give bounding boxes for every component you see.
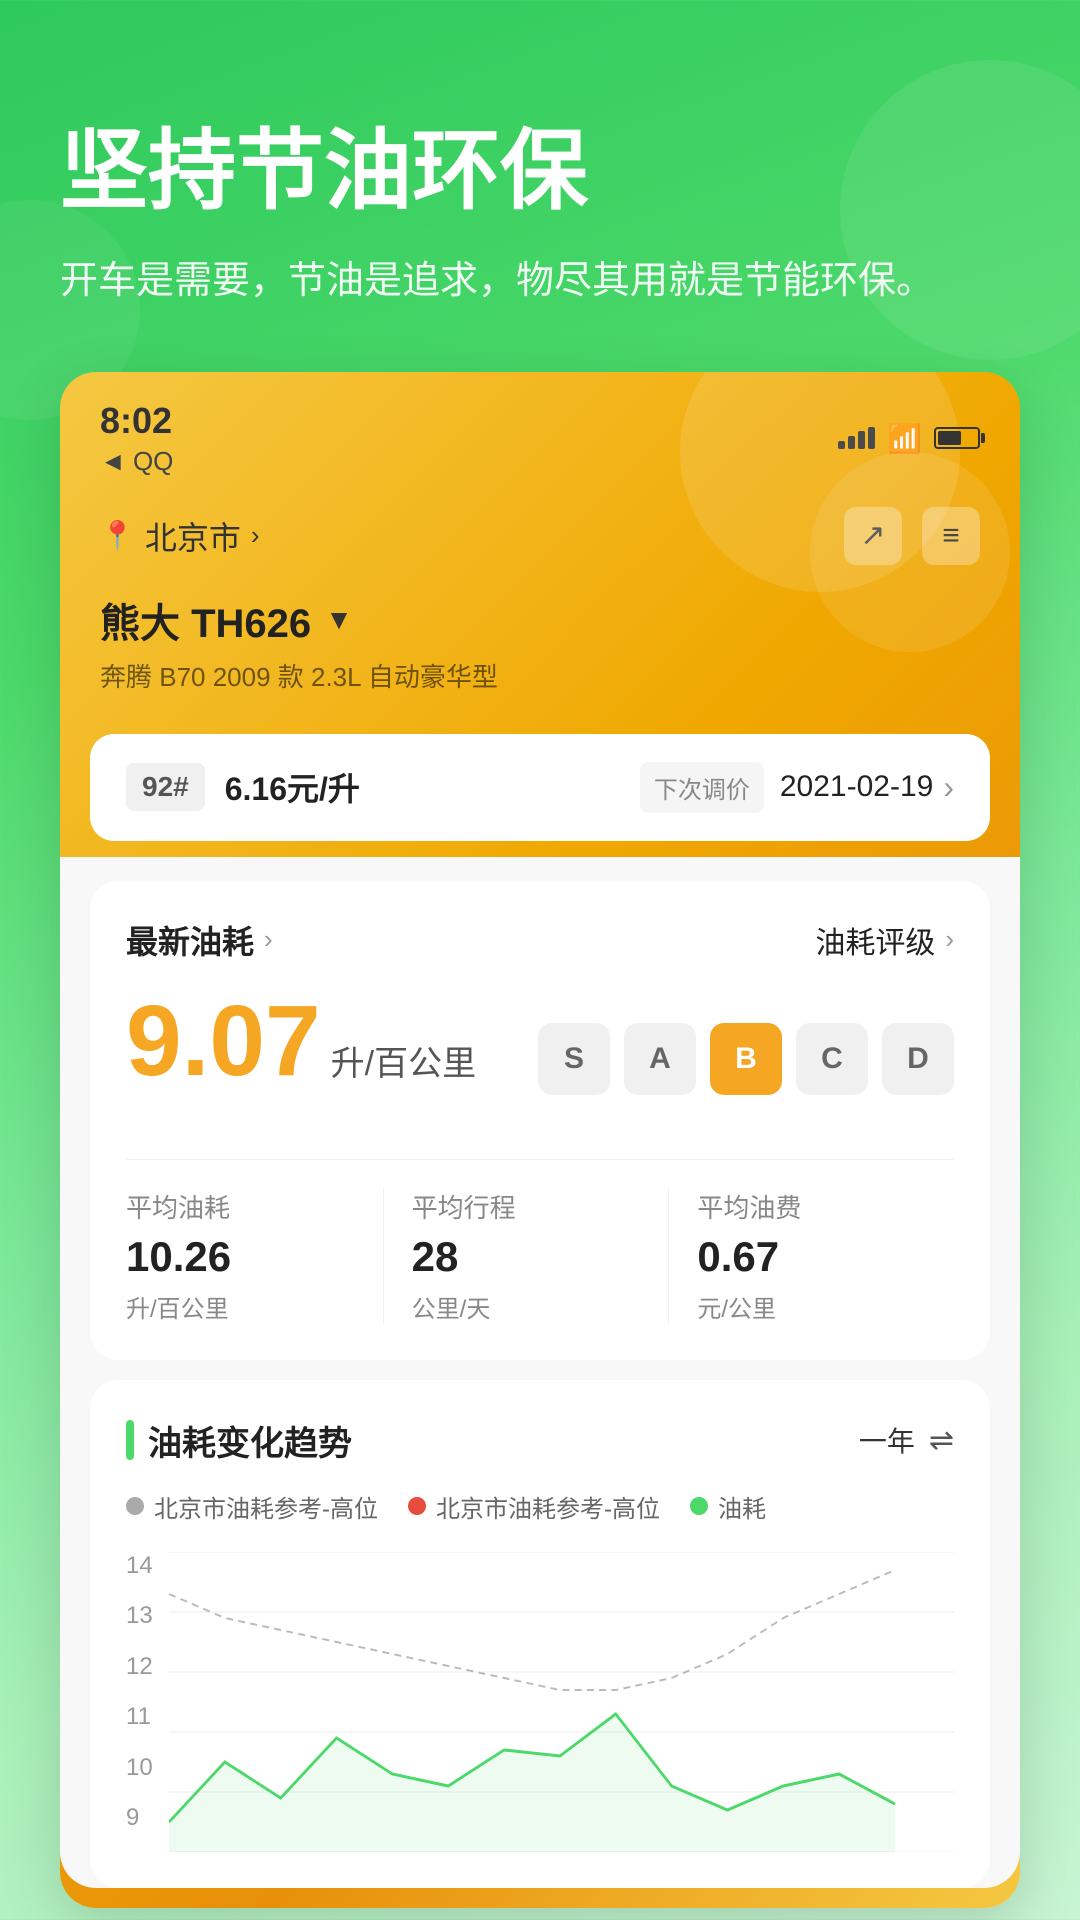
oil-price-value: 6.16元/升 xyxy=(225,764,640,810)
trend-card: 油耗变化趋势 一年 ⇌ 北京市油耗参考-高位 北京市油耗参考-高 xyxy=(90,1380,990,1888)
stat-avg-cost-value: 0.67 xyxy=(697,1233,954,1281)
location-text: 北京市 xyxy=(145,513,241,559)
chart-legend: 北京市油耗参考-高位 北京市油耗参考-高位 油耗 xyxy=(126,1489,954,1524)
fuel-rating-label: 油耗评级 xyxy=(815,918,935,962)
stat-avg-dist-unit: 公里/天 xyxy=(412,1289,669,1324)
legend-item-high-ref-grey: 北京市油耗参考-高位 xyxy=(126,1489,378,1524)
stat-avg-dist-value: 28 xyxy=(412,1233,669,1281)
y-label-12: 12 xyxy=(126,1653,153,1681)
legend-label-high-ref-red: 北京市油耗参考-高位 xyxy=(436,1489,660,1524)
fuel-title-arrow-icon: › xyxy=(264,924,273,955)
stat-avg-fuel-label: 平均油耗 xyxy=(126,1188,383,1225)
stat-avg-fuel: 平均油耗 10.26 升/百公里 xyxy=(126,1188,383,1324)
legend-dot-grey xyxy=(126,1497,144,1515)
grade-btn-d[interactable]: D xyxy=(882,1023,954,1095)
y-label-13: 13 xyxy=(126,1602,153,1630)
oil-price-card: 92# 6.16元/升 下次调价 2021-02-19 › xyxy=(90,734,990,841)
legend-dot-red xyxy=(408,1497,426,1515)
grade-btn-c[interactable]: C xyxy=(796,1023,868,1095)
grade-btn-a[interactable]: A xyxy=(624,1023,696,1095)
hero-title: 坚持节油环保 xyxy=(60,120,1020,221)
status-time: 8:02 xyxy=(100,400,173,442)
legend-item-high-ref-red: 北京市油耗参考-高位 xyxy=(408,1489,660,1524)
fuel-title: 最新油耗 xyxy=(126,917,254,963)
legend-label-high-ref-grey: 北京市油耗参考-高位 xyxy=(154,1489,378,1524)
y-label-11: 11 xyxy=(126,1703,153,1731)
car-name: 熊大 TH626 xyxy=(100,591,311,649)
y-label-10: 10 xyxy=(126,1754,153,1782)
grade-buttons: S A B C D xyxy=(538,1023,954,1095)
stat-avg-cost-label: 平均油费 xyxy=(697,1188,954,1225)
filter-icon[interactable]: ⇌ xyxy=(929,1423,954,1458)
fuel-number: 9.07 xyxy=(126,991,321,1091)
fuel-rating-arrow-icon: › xyxy=(945,924,954,955)
fuel-unit: 升/百公里 xyxy=(331,1036,476,1085)
legend-item-actual: 油耗 xyxy=(690,1489,766,1524)
location-chevron-icon: › xyxy=(251,520,260,551)
trend-title: 油耗变化趋势 xyxy=(148,1416,352,1465)
legend-dot-green xyxy=(690,1497,708,1515)
grade-btn-s[interactable]: S xyxy=(538,1023,610,1095)
fuel-card: 最新油耗 › 油耗评级 › 9.07 升/百公里 S A xyxy=(90,881,990,1360)
oil-grade: 92# xyxy=(126,763,205,811)
stats-row: 平均油耗 10.26 升/百公里 平均行程 28 公里/天 平均油费 0.67 … xyxy=(126,1159,954,1324)
trend-chart xyxy=(169,1552,954,1852)
fuel-number-row: 9.07 升/百公里 xyxy=(126,991,476,1091)
fuel-header: 最新油耗 › 油耗评级 › xyxy=(126,917,954,963)
stat-avg-fuel-unit: 升/百公里 xyxy=(126,1289,383,1324)
hero-section: 坚持节油环保 开车是需要，节油是追求，物尽其用就是节能环保。 xyxy=(60,0,1020,372)
stat-avg-fuel-value: 10.26 xyxy=(126,1233,383,1281)
next-adjust-date: 2021-02-19 xyxy=(780,770,933,804)
grade-btn-b[interactable]: B xyxy=(710,1023,782,1095)
stat-avg-cost: 平均油费 0.67 元/公里 xyxy=(668,1188,954,1324)
next-adjust-label: 下次调价 xyxy=(640,762,764,813)
hero-subtitle: 开车是需要，节油是追求，物尽其用就是节能环保。 xyxy=(60,251,1020,312)
trend-accent-bar xyxy=(126,1420,134,1460)
status-notification: ◄ QQ xyxy=(100,446,173,477)
stat-avg-distance: 平均行程 28 公里/天 xyxy=(383,1188,669,1324)
car-model: 奔腾 B70 2009 款 2.3L 自动豪华型 xyxy=(100,657,980,694)
car-dropdown-icon: ▼ xyxy=(325,604,353,636)
stat-avg-cost-unit: 元/公里 xyxy=(697,1289,954,1324)
fuel-title-row[interactable]: 最新油耗 › xyxy=(126,917,273,963)
y-label-9: 9 xyxy=(126,1804,153,1832)
trend-title-row: 油耗变化趋势 xyxy=(126,1416,352,1465)
location-row[interactable]: 📍 北京市 › xyxy=(100,513,260,559)
phone-card: 8:02 ◄ QQ 📶 xyxy=(60,372,1020,1908)
stat-avg-dist-label: 平均行程 xyxy=(412,1188,669,1225)
location-pin-icon: 📍 xyxy=(100,519,135,552)
trend-period[interactable]: 一年 xyxy=(859,1420,915,1460)
trend-header: 油耗变化趋势 一年 ⇌ xyxy=(126,1416,954,1465)
battery-icon xyxy=(934,427,980,449)
fuel-rating-row[interactable]: 油耗评级 › xyxy=(815,918,954,962)
y-label-14: 14 xyxy=(126,1552,153,1580)
oil-price-arrow-icon[interactable]: › xyxy=(943,769,954,806)
legend-label-actual: 油耗 xyxy=(718,1489,766,1524)
